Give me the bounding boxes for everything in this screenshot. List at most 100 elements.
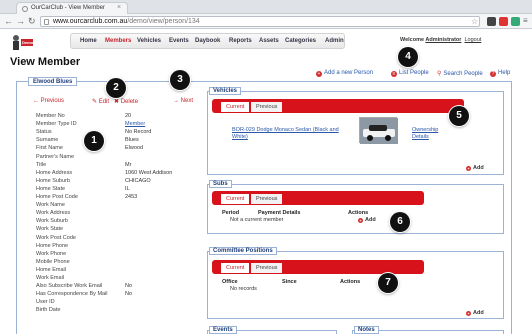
browser-tab-bar: OurCarClub - View Member × (0, 0, 532, 14)
subs-payment-header: Payment Details (258, 210, 301, 216)
field-label: Work Name (36, 202, 65, 209)
field-label: First Name (36, 145, 63, 152)
field-label: Work Address (36, 210, 71, 217)
edit-link[interactable]: ✎ Edit (92, 98, 109, 105)
page-icon (44, 19, 49, 25)
browser-tab[interactable]: OurCarClub - View Member × (16, 2, 128, 14)
field-label: Home Phone (36, 242, 69, 249)
browser-toolbar: ← → ↻ www.ourcarclub.com.au/demo/view/pe… (0, 14, 532, 29)
vehicles-add-button[interactable]: + Add (466, 165, 484, 171)
committee-office-header: Office (222, 279, 238, 285)
field-value: No Record (125, 129, 152, 136)
subs-empty-message: Not a current member (230, 217, 284, 223)
field-label: Work State (36, 226, 64, 233)
menu-item-members[interactable]: Members (105, 38, 131, 44)
field-label: Also Subscribe Work Email (36, 283, 103, 290)
logout-link[interactable]: Logout (465, 37, 482, 43)
field-value: Blues (125, 137, 139, 144)
welcome-prefix: Welcome (400, 37, 426, 43)
address-bar[interactable]: www.ourcarclub.com.au/demo/view/person/1… (40, 16, 480, 27)
menu-item-events[interactable]: Events (169, 38, 189, 44)
help-icon: ? (490, 71, 496, 77)
field-value: Elwood (125, 145, 144, 152)
search-people-link[interactable]: ⚲ Search People (437, 70, 483, 77)
field-value: No (125, 291, 133, 298)
extension-icon[interactable] (511, 17, 520, 26)
field-label: Work Suburb (36, 218, 68, 225)
menu-item-categories[interactable]: Categories (285, 38, 316, 44)
field-label: Partner's Name (36, 153, 75, 160)
callout-marker: 5 (449, 106, 469, 126)
field-value: 20 (125, 113, 132, 119)
field-label: Surname (36, 137, 59, 144)
browser-tab-title: OurCarClub - View Member (31, 5, 105, 11)
browser-menu-icon[interactable]: ≡ (523, 16, 528, 25)
close-tab-icon[interactable]: × (117, 4, 121, 11)
back-button[interactable]: ← (4, 16, 13, 27)
search-icon: ⚲ (437, 71, 442, 77)
logo-text: Demo (22, 40, 34, 45)
callout-marker: 6 (390, 212, 410, 232)
subs-add-button[interactable]: + Add (358, 217, 376, 223)
tab-previous[interactable]: Previous (250, 101, 284, 112)
help-link[interactable]: ? Help (490, 70, 510, 77)
vehicle-photo[interactable] (359, 117, 398, 144)
tab-previous[interactable]: Previous (250, 193, 284, 204)
subs-panel-title: Subs (209, 180, 232, 188)
field-value: CHICAGO (125, 177, 151, 184)
field-label: User ID (36, 299, 55, 306)
reload-button[interactable]: ↻ (28, 16, 36, 27)
list-people-link[interactable]: ≡ List People (391, 70, 429, 77)
field-value: Mr (125, 161, 132, 168)
forward-button[interactable]: → (16, 16, 25, 27)
field-label: Home Email (36, 266, 66, 273)
tab-current[interactable]: Current (220, 101, 251, 112)
list-icon: ≡ (391, 71, 397, 77)
committee-empty-message: No records (230, 286, 257, 292)
add-person-link[interactable]: + Add a new Person (316, 70, 373, 77)
menu-item-assets[interactable]: Assets (259, 38, 279, 44)
tab-current[interactable]: Current (220, 193, 251, 204)
url-text: www.ourcarclub.com.au/demo/view/person/1… (53, 18, 200, 25)
field-value: 1060 West Addison (125, 169, 173, 176)
vehicle-link[interactable]: BOR-029 Dodge Monaco Sedan (Black and Wh… (232, 127, 344, 141)
tab-previous[interactable]: Previous (250, 262, 284, 273)
field-label: Status (36, 129, 52, 136)
subs-actions-header: Actions (348, 210, 369, 216)
extension-icon[interactable] (499, 17, 508, 26)
menu-item-vehicles[interactable]: Vehicles (137, 38, 161, 44)
add-icon: + (316, 71, 322, 77)
field-value-link[interactable]: Member (125, 121, 145, 127)
ownership-details-link[interactable]: Ownership Details (412, 127, 448, 141)
field-label: Member Type ID (36, 121, 77, 128)
welcome-bar: Welcome Administrator Logout (400, 37, 481, 43)
menu-item-admin[interactable]: Admin (325, 38, 344, 44)
callout-marker: 7 (378, 273, 398, 293)
delete-link[interactable]: ✖ Delete (114, 98, 138, 105)
field-label: Home Suburb (36, 177, 70, 184)
menu-item-reports[interactable]: Reports (229, 38, 252, 44)
add-icon: + (358, 218, 363, 223)
menu-item-daybook[interactable]: Daybook (195, 38, 220, 44)
add-icon: + (466, 166, 471, 171)
field-label: Member No (36, 113, 65, 119)
committee-tabs: Current Previous (212, 260, 424, 274)
user-link[interactable]: Administrator (425, 37, 461, 43)
site-logo[interactable]: Demo (10, 33, 34, 53)
field-value: No (125, 283, 133, 290)
field-label: Work Phone (36, 250, 67, 257)
bookmark-star-icon[interactable]: ☆ (471, 17, 478, 26)
extension-icon[interactable] (487, 17, 496, 26)
committee-since-header: Since (282, 279, 297, 285)
field-label: Mobile Phone (36, 258, 70, 265)
callout-marker: 4 (398, 47, 418, 67)
next-link[interactable]: → Next (173, 98, 193, 104)
committee-add-button[interactable]: + Add (466, 310, 484, 316)
field-label: Has Correspondence By Mail (36, 291, 108, 298)
vehicles-tabs: Current Previous (212, 99, 464, 113)
previous-link[interactable]: ← Previous (33, 98, 64, 104)
tab-current[interactable]: Current (220, 262, 251, 273)
menu-item-home[interactable]: Home (80, 38, 97, 44)
vehicles-panel-title: Vehicles (209, 87, 242, 95)
committee-panel-title: Committee Positions (209, 247, 277, 255)
